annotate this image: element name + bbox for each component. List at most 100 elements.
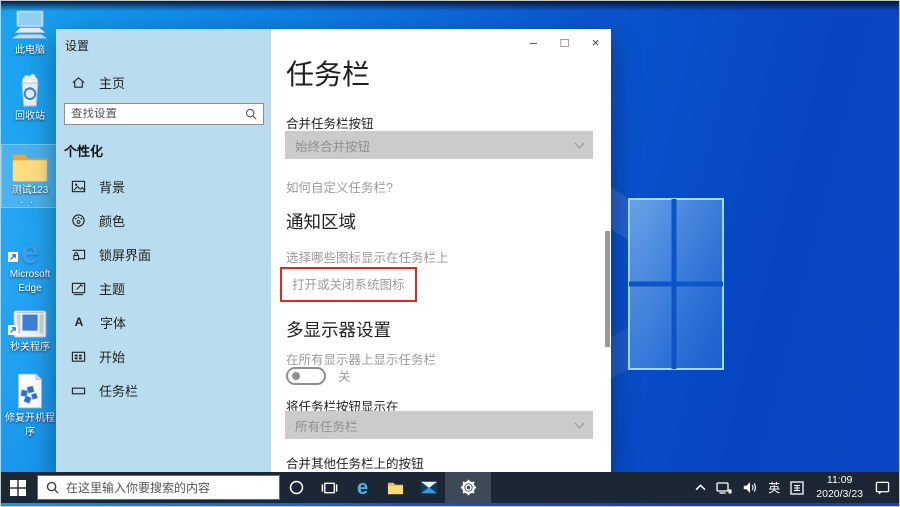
task-view-button[interactable]	[313, 472, 346, 503]
taskbar-search-input[interactable]	[66, 481, 271, 495]
toggle-knob	[292, 372, 300, 380]
sidebar-item-label: 主题	[99, 279, 125, 298]
ime-keyboard-button[interactable]	[785, 472, 809, 503]
sidebar-item-home[interactable]: 主页	[71, 73, 125, 92]
mail-icon	[421, 481, 437, 494]
chevron-down-icon	[575, 418, 585, 428]
desktop-icon-edge[interactable]: e Microsoft Edge	[2, 229, 58, 297]
search-icon	[245, 108, 257, 120]
colors-icon	[71, 213, 86, 228]
close-button[interactable]: ×	[580, 29, 611, 55]
network-icon	[716, 481, 732, 495]
gear-icon	[460, 479, 477, 496]
select-icons-link[interactable]: 选择哪些图标显示在任务栏上	[286, 247, 449, 266]
action-center-button[interactable]	[870, 472, 899, 503]
scrollbar-thumb[interactable]	[605, 231, 610, 347]
shortcut-arrow-icon	[8, 249, 18, 267]
action-center-icon	[875, 481, 890, 495]
dropdown-value: 所有任务栏	[295, 416, 576, 435]
sidebar-item-lock-screen[interactable]: 锁屏界面	[56, 237, 271, 271]
speaker-icon	[742, 481, 758, 494]
customize-taskbar-help-link[interactable]: 如何自定义任务栏?	[286, 177, 393, 196]
desktop-icon-label-line2: 序	[2, 427, 58, 439]
ime-language-button[interactable]: 英	[763, 472, 785, 503]
combine-buttons-dropdown[interactable]: 始终合并按钮	[285, 131, 593, 159]
desktop-icon-label-line2: Edge	[2, 283, 58, 295]
system-icons-link[interactable]: 打开或关闭系统图标	[292, 278, 405, 292]
sidebar-item-taskbar[interactable]: 任务栏	[56, 373, 271, 407]
desktop-icon-recycle-bin[interactable]: 回收站	[2, 71, 58, 125]
desktop: 此电脑 回收站 测试123 .. e Microsoft Edge	[0, 0, 900, 507]
edge-e-glyph: e	[21, 236, 39, 267]
start-icon	[71, 349, 86, 364]
desktop-icon-label: 秒关程序	[2, 342, 58, 354]
this-pc-icon	[11, 9, 49, 43]
themes-icon	[71, 281, 86, 296]
sidebar-item-label: 字体	[100, 313, 126, 332]
show-taskbar-all-displays-toggle-row: 关	[286, 366, 351, 385]
taskbar: e	[1, 472, 899, 503]
sidebar-item-label: 开始	[99, 347, 125, 366]
combine-buttons-label: 合并任务栏按钮	[286, 113, 374, 132]
shortcut-arrow-icon	[8, 322, 18, 340]
dropdown-value: 始终合并按钮	[295, 136, 576, 155]
chevron-up-icon	[695, 484, 706, 491]
desktop-icon-label: 回收站	[2, 111, 58, 123]
chevron-down-icon	[575, 138, 585, 148]
sidebar-item-colors[interactable]: 颜色	[56, 203, 271, 237]
notification-area-header: 通知区域	[286, 209, 356, 234]
desktop-icon-app-shortcut[interactable]: 秒关程序	[2, 302, 58, 356]
multi-display-header: 多显示器设置	[286, 317, 391, 342]
edge-icon: e	[2, 231, 58, 267]
settings-search-input[interactable]	[71, 108, 245, 120]
folder-icon	[387, 481, 404, 495]
start-button[interactable]	[1, 472, 34, 503]
network-button[interactable]	[711, 472, 737, 503]
ime-grid-icon	[790, 481, 804, 495]
toggle-state-label: 关	[338, 366, 351, 385]
desktop-icon-label: Microsoft	[2, 269, 58, 281]
toggle-switch[interactable]	[286, 367, 326, 385]
settings-sidebar: 设置 主页 个性化	[56, 29, 271, 472]
settings-window: 设置 主页 个性化	[56, 29, 611, 472]
sidebar-nav: 背景 颜色 锁屏界面	[56, 169, 271, 407]
maximize-button[interactable]: □	[549, 29, 580, 55]
sidebar-item-fonts[interactable]: A 字体	[56, 305, 271, 339]
clock[interactable]: 11:09 2020/3/23	[809, 474, 870, 501]
window-title: 设置	[65, 37, 89, 54]
settings-taskbar-button[interactable]	[445, 472, 491, 503]
taskbar-search-box[interactable]	[37, 475, 280, 500]
cortana-button[interactable]	[280, 472, 313, 503]
lock-screen-icon	[71, 247, 86, 262]
edge-taskbar-button[interactable]: e	[346, 472, 379, 503]
sidebar-item-label: 背景	[99, 177, 125, 196]
sidebar-item-start[interactable]: 开始	[56, 339, 271, 373]
minimize-button[interactable]: –	[518, 29, 549, 55]
desktop-icon-test-folder[interactable]: 测试123 ..	[2, 145, 58, 207]
clock-time: 11:09	[816, 474, 863, 488]
search-icon	[46, 481, 59, 494]
settings-search-box[interactable]	[64, 103, 264, 125]
sidebar-section-title: 个性化	[64, 141, 103, 160]
wallpaper-top-shade	[1, 1, 899, 11]
show-buttons-on-dropdown[interactable]: 所有任务栏	[285, 411, 593, 439]
file-explorer-button[interactable]	[379, 472, 412, 503]
sidebar-item-themes[interactable]: 主题	[56, 271, 271, 305]
desktop-icon-label: 修复开机程	[2, 413, 58, 425]
repair-file-icon	[15, 371, 45, 411]
taskbar-icon	[71, 383, 86, 398]
sidebar-item-background[interactable]: 背景	[56, 169, 271, 203]
desktop-icon-this-pc[interactable]: 此电脑	[2, 5, 58, 59]
sidebar-item-label: 颜色	[99, 211, 125, 230]
task-view-icon	[321, 481, 338, 495]
edge-icon: e	[357, 479, 368, 497]
hidden-icons-button[interactable]	[690, 472, 711, 503]
combine-other-taskbars-label: 合并其他任务栏上的按钮	[286, 453, 424, 472]
background-icon	[71, 179, 86, 194]
sidebar-home-label: 主页	[99, 73, 125, 92]
folder-icon	[11, 151, 49, 183]
mail-button[interactable]	[412, 472, 445, 503]
fonts-icon: A	[71, 315, 87, 329]
volume-button[interactable]	[737, 472, 763, 503]
desktop-icon-repair-tool[interactable]: 修复开机程 序	[2, 373, 58, 441]
